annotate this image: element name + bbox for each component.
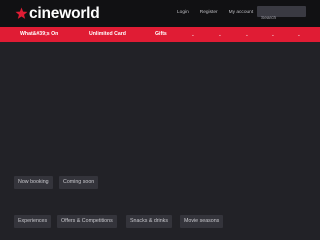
chevron-down-icon[interactable]: ⌄ <box>245 27 249 42</box>
chevron-down-icon[interactable]: ⌄ <box>191 27 195 42</box>
search-input[interactable] <box>257 13 306 24</box>
main-nav: What&#39;s On Unlimited Card Gifts ⌄ ⌄ ⌄… <box>0 27 320 42</box>
chevron-down-icon[interactable]: ⌄ <box>218 27 222 42</box>
nav-item-gifts[interactable]: Gifts <box>155 27 167 42</box>
logo-text: cineworld <box>29 5 100 22</box>
main-content: Now booking Coming soon Experiences Offe… <box>0 42 320 240</box>
star-logo-icon <box>15 7 28 19</box>
top-bar: cineworld Login Register My account <box>0 0 320 27</box>
category-offers-competitions[interactable]: Offers & Competitions <box>57 215 117 228</box>
search-box <box>257 6 306 24</box>
account-links: Login Register My account <box>177 10 253 15</box>
cineworld-logo[interactable]: cineworld <box>15 4 100 23</box>
tab-now-booking[interactable]: Now booking <box>14 176 53 189</box>
tab-coming-soon[interactable]: Coming soon <box>59 176 99 189</box>
my-account-link[interactable]: My account <box>229 10 254 15</box>
chevron-down-icon[interactable]: ⌄ <box>297 27 301 42</box>
category-experiences[interactable]: Experiences <box>14 215 52 228</box>
category-snacks-drinks[interactable]: Snacks & drinks <box>126 215 172 228</box>
login-link[interactable]: Login <box>177 10 189 15</box>
nav-item-whats-on[interactable]: What&#39;s On <box>20 27 58 42</box>
chevron-down-icon[interactable]: ⌄ <box>271 27 275 42</box>
category-movie-seasons[interactable]: Movie seasons <box>180 215 224 228</box>
nav-item-unlimited-card[interactable]: Unlimited Card <box>89 27 126 42</box>
register-link[interactable]: Register <box>200 10 218 15</box>
